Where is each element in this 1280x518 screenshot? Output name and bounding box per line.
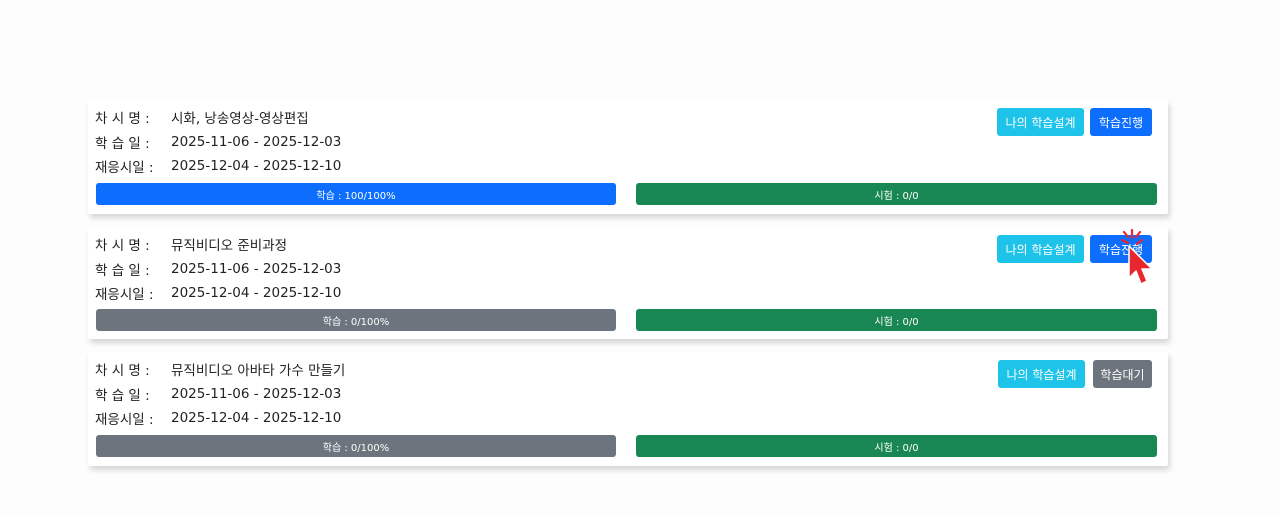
study-progress-button[interactable]: 학습진행	[1090, 235, 1152, 263]
session-name-label: 차 시 명 :	[95, 363, 150, 379]
study-date-value: 2025-11-06 - 2025-12-03	[171, 134, 342, 150]
my-study-design-button[interactable]: 나의 학습설계	[998, 360, 1085, 388]
study-date-row: 학 습 일 : 2025-11-06 - 2025-12-03	[95, 383, 341, 405]
reuse-period-row: 재응시일 : 2025-12-04 - 2025-12-10	[95, 282, 341, 304]
study-date-label: 학 습 일 :	[95, 388, 150, 404]
reuse-period-row: 재응시일 : 2025-12-04 - 2025-12-10	[95, 155, 341, 177]
study-progress-bar: 학습 : 0/100%	[96, 309, 616, 331]
my-study-design-button[interactable]: 나의 학습설계	[997, 108, 1084, 136]
reuse-period-label: 재응시일 :	[95, 160, 154, 176]
session-name-value: 시화, 낭송영상-영상편집	[171, 111, 309, 127]
exam-progress-bar: 시험 : 0/0	[636, 435, 1157, 457]
my-study-design-button[interactable]: 나의 학습설계	[997, 235, 1084, 263]
lesson-card: 차 시 명 : 뮤직비디오 아바타 가수 만들기 학 습 일 : 2025-11…	[88, 352, 1168, 466]
study-progress-bar: 학습 : 100/100%	[96, 183, 616, 205]
session-name-row: 차 시 명 : 뮤직비디오 준비과정	[95, 233, 287, 255]
study-progress-text: 학습 : 0/100%	[322, 442, 390, 454]
reuse-period-value: 2025-12-04 - 2025-12-10	[171, 158, 342, 174]
study-progress-text: 학습 : 0/100%	[322, 316, 390, 328]
session-name-value: 뮤직비디오 준비과정	[171, 238, 288, 254]
reuse-period-label: 재응시일 :	[95, 412, 154, 428]
study-date-value: 2025-11-06 - 2025-12-03	[171, 386, 342, 402]
exam-progress-text: 시험 : 0/0	[874, 316, 919, 328]
study-date-value: 2025-11-06 - 2025-12-03	[171, 261, 342, 277]
study-wait-button[interactable]: 학습대기	[1093, 360, 1152, 388]
study-date-row: 학 습 일 : 2025-11-06 - 2025-12-03	[95, 131, 341, 153]
study-progress-button[interactable]: 학습진행	[1090, 108, 1152, 136]
session-name-row: 차 시 명 : 시화, 낭송영상-영상편집	[95, 106, 309, 128]
exam-progress-text: 시험 : 0/0	[874, 190, 919, 202]
exam-progress-bar: 시험 : 0/0	[636, 309, 1157, 331]
session-name-value: 뮤직비디오 아바타 가수 만들기	[171, 363, 346, 379]
reuse-period-value: 2025-12-04 - 2025-12-10	[171, 285, 342, 301]
reuse-period-value: 2025-12-04 - 2025-12-10	[171, 410, 342, 426]
session-name-row: 차 시 명 : 뮤직비디오 아바타 가수 만들기	[95, 358, 345, 380]
session-name-label: 차 시 명 :	[95, 111, 150, 127]
exam-progress-bar: 시험 : 0/0	[636, 183, 1157, 205]
study-date-row: 학 습 일 : 2025-11-06 - 2025-12-03	[95, 258, 341, 280]
study-progress-text: 학습 : 100/100%	[316, 190, 396, 202]
lesson-card: 차 시 명 : 시화, 낭송영상-영상편집 학 습 일 : 2025-11-06…	[88, 100, 1168, 214]
exam-progress-text: 시험 : 0/0	[874, 442, 919, 454]
session-name-label: 차 시 명 :	[95, 238, 150, 254]
reuse-period-label: 재응시일 :	[95, 287, 154, 303]
study-date-label: 학 습 일 :	[95, 136, 150, 152]
reuse-period-row: 재응시일 : 2025-12-04 - 2025-12-10	[95, 407, 341, 429]
study-date-label: 학 습 일 :	[95, 263, 150, 279]
study-progress-bar: 학습 : 0/100%	[96, 435, 616, 457]
lesson-card: 차 시 명 : 뮤직비디오 준비과정 학 습 일 : 2025-11-06 - …	[88, 227, 1168, 339]
